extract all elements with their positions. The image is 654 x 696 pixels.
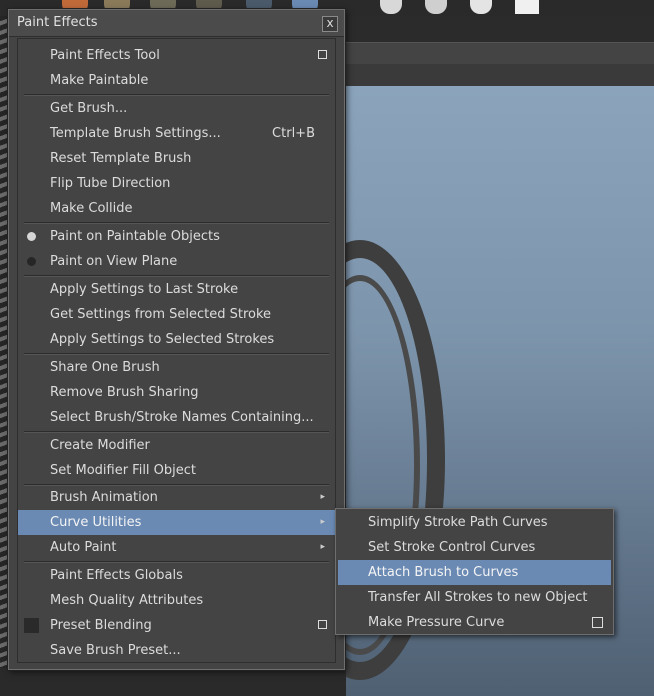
panel-header bbox=[346, 16, 654, 42]
menu-item-flip-tube-direction[interactable]: Flip Tube Direction bbox=[18, 171, 335, 196]
curve-utilities-submenu: Simplify Stroke Path Curves Set Stroke C… bbox=[335, 508, 614, 635]
paint-effects-menu-window: Paint Effects x Paint Effects Tool Make … bbox=[8, 9, 345, 670]
menu-item-create-modifier[interactable]: Create Modifier bbox=[18, 433, 335, 458]
menu-item-label: Set Modifier Fill Object bbox=[50, 463, 197, 478]
menu-item-curve-utilities[interactable]: Curve Utilities ▸ bbox=[18, 510, 335, 535]
menu-item-apply-settings-last-stroke[interactable]: Apply Settings to Last Stroke bbox=[18, 277, 335, 302]
menu-item-auto-paint[interactable]: Auto Paint ▸ bbox=[18, 535, 335, 560]
checkbox-unchecked-icon[interactable] bbox=[24, 618, 39, 633]
viewport-menubar[interactable] bbox=[346, 42, 654, 66]
menu-item-label: Brush Animation bbox=[50, 490, 158, 505]
option-box-icon[interactable] bbox=[318, 50, 327, 59]
option-box-icon[interactable] bbox=[318, 620, 327, 629]
menu-item-label: Reset Template Brush bbox=[50, 151, 192, 166]
menu-item-preset-blending[interactable]: Preset Blending bbox=[18, 613, 335, 638]
submenu-item-simplify-stroke-path-curves[interactable]: Simplify Stroke Path Curves bbox=[338, 510, 611, 535]
menu-item-label: Paint Effects Tool bbox=[50, 48, 160, 63]
menu-item-get-brush[interactable]: Get Brush... bbox=[18, 96, 335, 121]
menu-item-select-brush-stroke-names[interactable]: Select Brush/Stroke Names Containing... bbox=[18, 405, 335, 430]
title-bar[interactable]: Paint Effects x bbox=[9, 10, 344, 37]
submenu-item-attach-brush-to-curves[interactable]: Attach Brush to Curves bbox=[338, 560, 611, 585]
menu-item-label: Mesh Quality Attributes bbox=[50, 593, 204, 608]
menu-item-label: Create Modifier bbox=[50, 438, 150, 453]
radio-unselected-icon bbox=[27, 257, 36, 266]
submenu-item-label: Simplify Stroke Path Curves bbox=[368, 515, 548, 530]
submenu-arrow-icon: ▸ bbox=[320, 517, 325, 527]
menu-item-paint-on-paintable-objects[interactable]: Paint on Paintable Objects bbox=[18, 224, 335, 249]
menu-item-paint-on-view-plane[interactable]: Paint on View Plane bbox=[18, 249, 335, 274]
submenu-arrow-icon: ▸ bbox=[320, 492, 325, 502]
submenu-arrow-icon: ▸ bbox=[320, 542, 325, 552]
option-box-icon[interactable] bbox=[592, 617, 603, 628]
menu-item-mesh-quality-attributes[interactable]: Mesh Quality Attributes bbox=[18, 588, 335, 613]
menu-item-label: Paint Effects Globals bbox=[50, 568, 183, 583]
menu-item-brush-animation[interactable]: Brush Animation ▸ bbox=[18, 485, 335, 510]
shelf-icon[interactable] bbox=[515, 0, 539, 14]
menu-item-label: Make Collide bbox=[50, 201, 133, 216]
menu-item-label: Make Paintable bbox=[50, 73, 149, 88]
submenu-item-label: Make Pressure Curve bbox=[368, 615, 505, 630]
menu-item-label: Curve Utilities bbox=[50, 515, 142, 530]
menu-item-label: Paint on Paintable Objects bbox=[50, 229, 220, 244]
menu-item-save-brush-preset[interactable]: Save Brush Preset... bbox=[18, 638, 335, 663]
menu-item-label: Get Settings from Selected Stroke bbox=[50, 307, 272, 322]
menu-item-label: Save Brush Preset... bbox=[50, 643, 181, 658]
menu-item-label: Get Brush... bbox=[50, 101, 128, 116]
menu-item-label: Apply Settings to Last Stroke bbox=[50, 282, 239, 297]
close-icon[interactable]: x bbox=[322, 16, 338, 32]
menu-item-paint-effects-globals[interactable]: Paint Effects Globals bbox=[18, 563, 335, 588]
submenu-item-transfer-all-strokes[interactable]: Transfer All Strokes to new Object bbox=[338, 585, 611, 610]
menu-item-paint-effects-tool[interactable]: Paint Effects Tool bbox=[18, 43, 335, 68]
menu-item-label: Template Brush Settings... bbox=[50, 126, 221, 141]
submenu-item-label: Attach Brush to Curves bbox=[368, 565, 519, 580]
menu-item-label: Select Brush/Stroke Names Containing... bbox=[50, 410, 314, 425]
menu-item-share-one-brush[interactable]: Share One Brush bbox=[18, 355, 335, 380]
menu-item-label: Auto Paint bbox=[50, 540, 117, 555]
menu-item-template-brush-settings[interactable]: Template Brush Settings... Ctrl+B bbox=[18, 121, 335, 146]
submenu-item-label: Set Stroke Control Curves bbox=[368, 540, 536, 555]
menu-item-shortcut: Ctrl+B bbox=[272, 126, 315, 141]
menu-item-label: Share One Brush bbox=[50, 360, 160, 375]
menu-item-label: Paint on View Plane bbox=[50, 254, 178, 269]
viewport-toolbar[interactable] bbox=[346, 64, 654, 87]
menu-item-make-paintable[interactable]: Make Paintable bbox=[18, 68, 335, 93]
menu-body: Paint Effects Tool Make Paintable Get Br… bbox=[17, 38, 336, 663]
menu-item-apply-settings-selected-strokes[interactable]: Apply Settings to Selected Strokes bbox=[18, 327, 335, 352]
menu-item-label: Flip Tube Direction bbox=[50, 176, 171, 191]
menu-item-get-settings-selected-stroke[interactable]: Get Settings from Selected Stroke bbox=[18, 302, 335, 327]
menu-item-reset-template-brush[interactable]: Reset Template Brush bbox=[18, 146, 335, 171]
menu-item-label: Apply Settings to Selected Strokes bbox=[50, 332, 275, 347]
menu-item-set-modifier-fill-object[interactable]: Set Modifier Fill Object bbox=[18, 458, 335, 483]
menu-item-label: Preset Blending bbox=[50, 618, 152, 633]
radio-selected-icon bbox=[27, 232, 36, 241]
menu-item-make-collide[interactable]: Make Collide bbox=[18, 196, 335, 221]
submenu-item-label: Transfer All Strokes to new Object bbox=[368, 590, 588, 605]
window-title: Paint Effects bbox=[17, 15, 98, 30]
background-bottom bbox=[0, 668, 346, 696]
submenu-item-set-stroke-control-curves[interactable]: Set Stroke Control Curves bbox=[338, 535, 611, 560]
menu-item-label: Remove Brush Sharing bbox=[50, 385, 199, 400]
submenu-item-make-pressure-curve[interactable]: Make Pressure Curve bbox=[338, 610, 611, 635]
menu-item-remove-brush-sharing[interactable]: Remove Brush Sharing bbox=[18, 380, 335, 405]
